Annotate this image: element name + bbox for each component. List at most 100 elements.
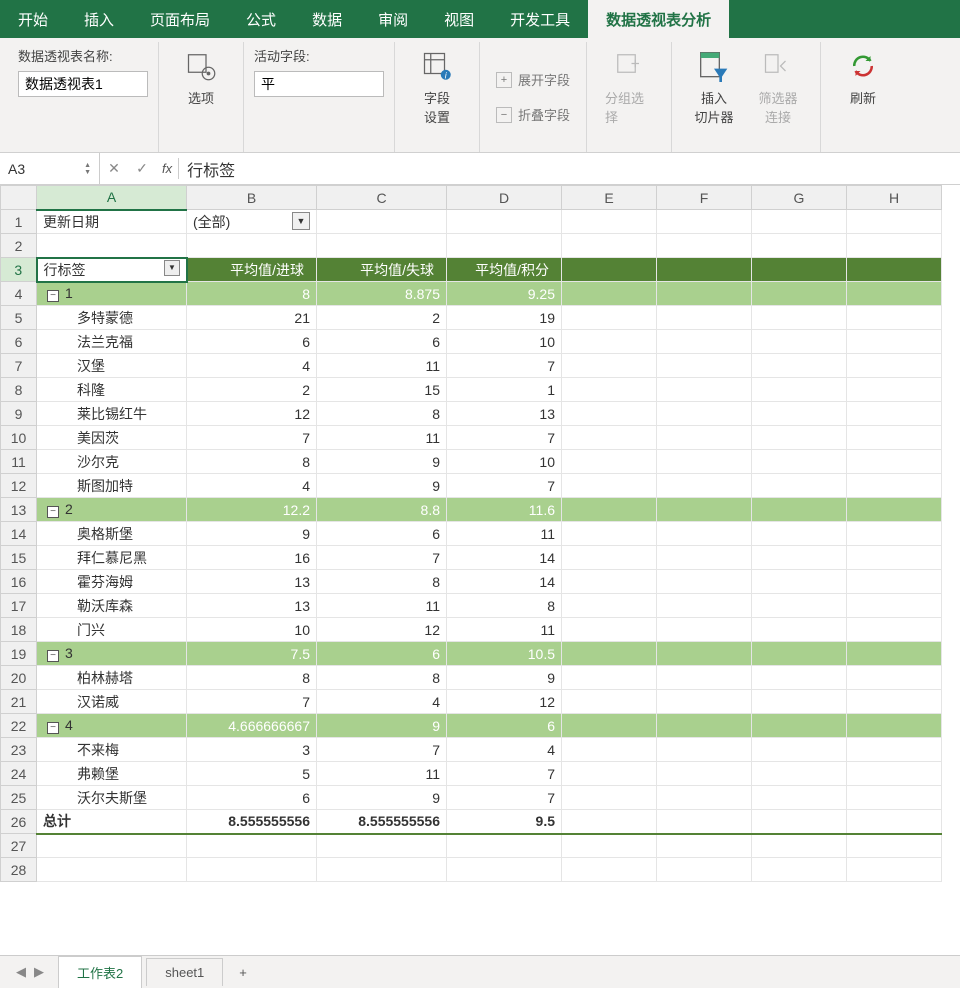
cell-D23[interactable]: 4	[447, 738, 562, 762]
cell-A17[interactable]: 勒沃库森	[37, 594, 187, 618]
fx-label[interactable]: fx	[156, 161, 178, 176]
cell-D13[interactable]: 11.6	[447, 498, 562, 522]
cell-G26[interactable]	[752, 810, 847, 834]
cell-C14[interactable]: 6	[317, 522, 447, 546]
cell-A3[interactable]: 行标签▼	[37, 258, 187, 282]
sheet-nav-prev[interactable]: ◀	[16, 964, 26, 980]
cell-F13[interactable]	[657, 498, 752, 522]
cell-C12[interactable]: 9	[317, 474, 447, 498]
cell-E19[interactable]	[562, 642, 657, 666]
cell-B21[interactable]: 7	[187, 690, 317, 714]
cell-H5[interactable]	[847, 306, 942, 330]
cell-G18[interactable]	[752, 618, 847, 642]
cell-E26[interactable]	[562, 810, 657, 834]
row-header-17[interactable]: 17	[1, 594, 37, 618]
cell-B27[interactable]	[187, 834, 317, 858]
cell-A10[interactable]: 美因茨	[37, 426, 187, 450]
cell-G25[interactable]	[752, 786, 847, 810]
cell-D20[interactable]: 9	[447, 666, 562, 690]
cell-B20[interactable]: 8	[187, 666, 317, 690]
cell-G8[interactable]	[752, 378, 847, 402]
cell-A4[interactable]: −1	[37, 282, 187, 306]
cell-H23[interactable]	[847, 738, 942, 762]
cell-G19[interactable]	[752, 642, 847, 666]
cell-A8[interactable]: 科隆	[37, 378, 187, 402]
insert-slicer-button[interactable]: 插入 切片器	[682, 46, 746, 128]
cell-D18[interactable]: 11	[447, 618, 562, 642]
cell-H13[interactable]	[847, 498, 942, 522]
cell-E2[interactable]	[562, 234, 657, 258]
cell-A27[interactable]	[37, 834, 187, 858]
cell-H26[interactable]	[847, 810, 942, 834]
cell-D10[interactable]: 7	[447, 426, 562, 450]
active-field-input[interactable]	[254, 71, 384, 97]
cell-E4[interactable]	[562, 282, 657, 306]
cell-H11[interactable]	[847, 450, 942, 474]
cell-C18[interactable]: 12	[317, 618, 447, 642]
group-select-button[interactable]: 分组选择	[597, 46, 661, 128]
tab-view[interactable]: 视图	[426, 0, 492, 38]
filter-connection-button[interactable]: 筛选器 连接	[746, 46, 810, 128]
cell-G1[interactable]	[752, 210, 847, 234]
cell-G17[interactable]	[752, 594, 847, 618]
cell-E16[interactable]	[562, 570, 657, 594]
cell-D7[interactable]: 7	[447, 354, 562, 378]
cell-D21[interactable]: 12	[447, 690, 562, 714]
cell-C23[interactable]: 7	[317, 738, 447, 762]
cell-B4[interactable]: 8	[187, 282, 317, 306]
row-header-27[interactable]: 27	[1, 834, 37, 858]
sheet-tab-sheet1[interactable]: sheet1	[146, 958, 223, 986]
cell-G20[interactable]	[752, 666, 847, 690]
col-header-C[interactable]: C	[317, 186, 447, 210]
cell-F14[interactable]	[657, 522, 752, 546]
cell-D9[interactable]: 13	[447, 402, 562, 426]
tab-review[interactable]: 审阅	[360, 0, 426, 38]
refresh-button[interactable]: 刷新	[831, 46, 895, 109]
col-header-F[interactable]: F	[657, 186, 752, 210]
cell-A25[interactable]: 沃尔夫斯堡	[37, 786, 187, 810]
cell-E8[interactable]	[562, 378, 657, 402]
cell-C15[interactable]: 7	[317, 546, 447, 570]
cell-F27[interactable]	[657, 834, 752, 858]
cell-H6[interactable]	[847, 330, 942, 354]
cell-B1[interactable]: (全部)▼	[187, 210, 317, 234]
cell-B28[interactable]	[187, 858, 317, 882]
cell-A14[interactable]: 奥格斯堡	[37, 522, 187, 546]
cell-H2[interactable]	[847, 234, 942, 258]
cell-B15[interactable]: 16	[187, 546, 317, 570]
row-header-19[interactable]: 19	[1, 642, 37, 666]
row-header-21[interactable]: 21	[1, 690, 37, 714]
cell-C27[interactable]	[317, 834, 447, 858]
cell-H21[interactable]	[847, 690, 942, 714]
collapse-toggle[interactable]: −	[47, 650, 59, 662]
cell-C2[interactable]	[317, 234, 447, 258]
cell-B22[interactable]: 4.666666667	[187, 714, 317, 738]
cell-F18[interactable]	[657, 618, 752, 642]
cell-B18[interactable]: 10	[187, 618, 317, 642]
row-header-8[interactable]: 8	[1, 378, 37, 402]
cell-A21[interactable]: 汉诺威	[37, 690, 187, 714]
cell-A19[interactable]: −3	[37, 642, 187, 666]
row-header-24[interactable]: 24	[1, 762, 37, 786]
row-header-4[interactable]: 4	[1, 282, 37, 306]
cell-B14[interactable]: 9	[187, 522, 317, 546]
cell-F2[interactable]	[657, 234, 752, 258]
cell-D24[interactable]: 7	[447, 762, 562, 786]
cell-B6[interactable]: 6	[187, 330, 317, 354]
cell-F10[interactable]	[657, 426, 752, 450]
cell-G28[interactable]	[752, 858, 847, 882]
cell-C4[interactable]: 8.875	[317, 282, 447, 306]
cell-F7[interactable]	[657, 354, 752, 378]
cell-C3[interactable]: 平均值/失球	[317, 258, 447, 282]
name-box-spin[interactable]: ▲▼	[84, 162, 91, 176]
cell-B13[interactable]: 12.2	[187, 498, 317, 522]
cell-B12[interactable]: 4	[187, 474, 317, 498]
col-header-E[interactable]: E	[562, 186, 657, 210]
cell-C24[interactable]: 11	[317, 762, 447, 786]
collapse-toggle[interactable]: −	[47, 290, 59, 302]
cell-C21[interactable]: 4	[317, 690, 447, 714]
cell-G21[interactable]	[752, 690, 847, 714]
cell-C28[interactable]	[317, 858, 447, 882]
cell-C16[interactable]: 8	[317, 570, 447, 594]
row-header-11[interactable]: 11	[1, 450, 37, 474]
